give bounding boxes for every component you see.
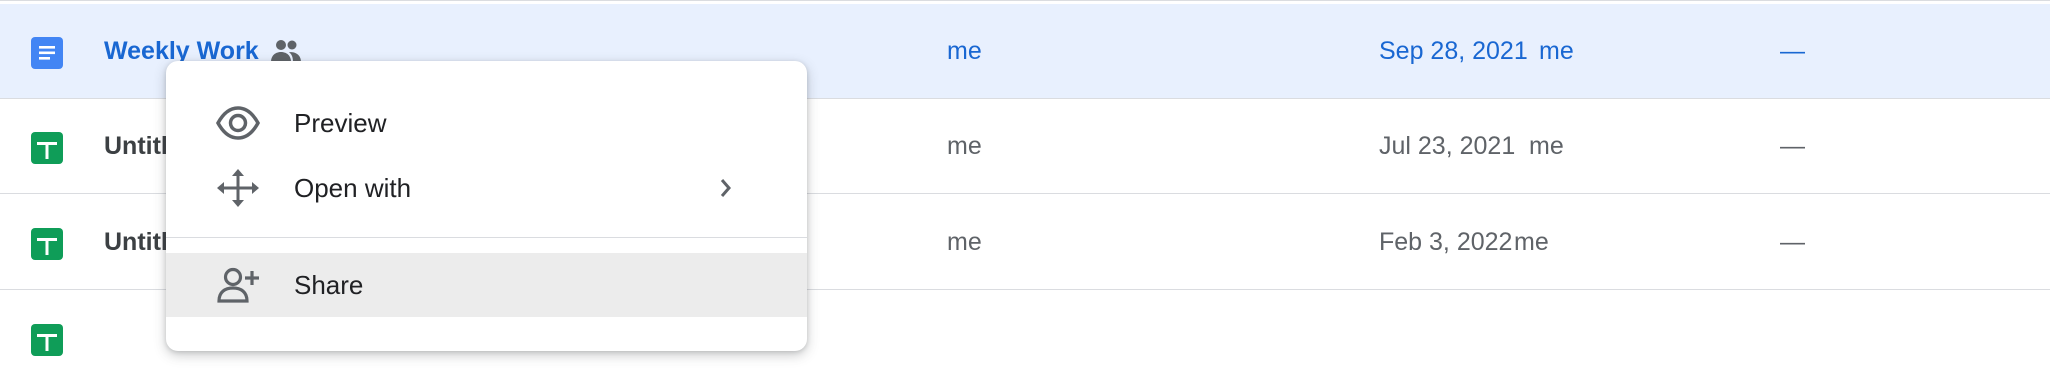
- menu-item-preview[interactable]: Preview: [166, 91, 807, 155]
- eye-icon: [216, 103, 260, 143]
- google-sheets-icon: [31, 324, 63, 356]
- google-sheets-icon: [31, 132, 63, 164]
- file-size: —: [1780, 37, 1805, 65]
- file-name: Untitl: [104, 132, 168, 160]
- menu-item-label: Share: [294, 270, 364, 300]
- file-owner: me: [947, 228, 982, 256]
- file-list: Weekly Work me Sep 28, 2021 me — Untitl …: [0, 0, 2050, 356]
- menu-item-label: Preview: [294, 108, 387, 138]
- context-menu: Preview Open with Share: [166, 61, 807, 351]
- file-modified-by: me: [1529, 132, 1564, 160]
- move-arrows-icon: [216, 168, 260, 208]
- file-modified-by: me: [1539, 37, 1574, 65]
- file-modified-by: me: [1514, 228, 1549, 256]
- file-last-modified: Feb 3, 2022: [1379, 228, 1513, 256]
- file-name: Untitl: [104, 228, 168, 256]
- menu-item-label: Open with: [294, 173, 412, 203]
- file-owner: me: [947, 132, 982, 160]
- menu-item-share[interactable]: Share: [166, 253, 807, 317]
- file-last-modified: Jul 23, 2021: [1379, 132, 1516, 160]
- file-owner: me: [947, 37, 982, 65]
- menu-item-open-with[interactable]: Open with: [166, 156, 807, 220]
- chevron-right-icon: [712, 174, 740, 202]
- person-add-icon: [216, 265, 260, 305]
- file-last-modified: Sep 28, 2021: [1379, 37, 1528, 65]
- google-docs-icon: [31, 37, 63, 69]
- file-size: —: [1780, 132, 1805, 160]
- file-size: —: [1780, 228, 1805, 256]
- menu-divider: [166, 237, 807, 238]
- google-sheets-icon: [31, 228, 63, 260]
